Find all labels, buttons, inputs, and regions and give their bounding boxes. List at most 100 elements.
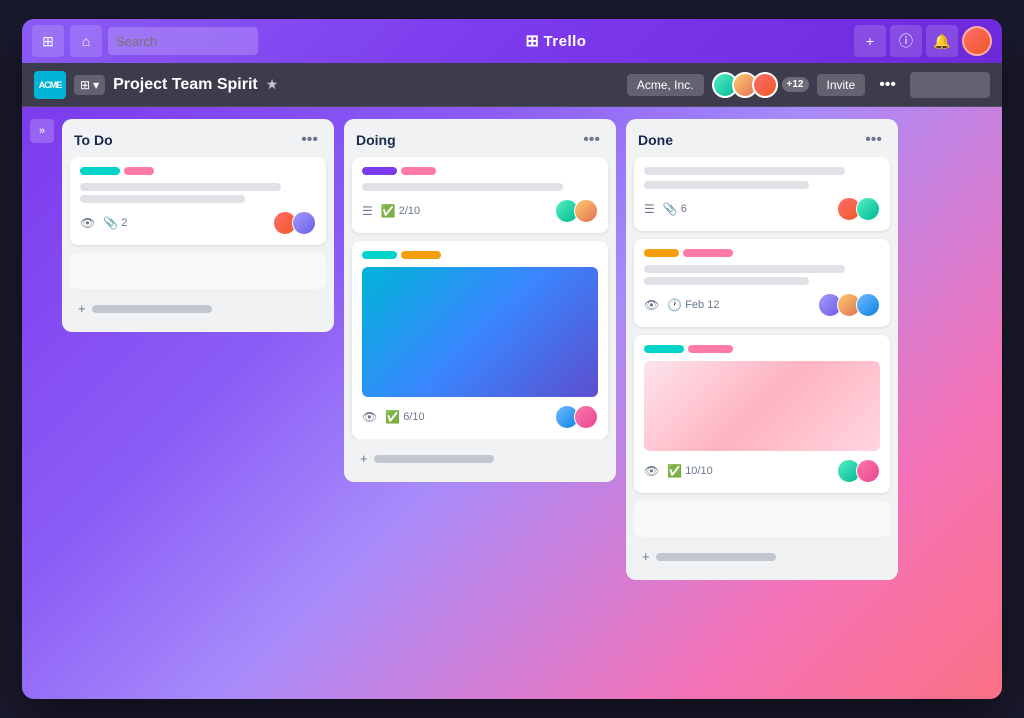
add-card-todo-button[interactable]: + bbox=[66, 293, 330, 324]
plus-icon: + bbox=[78, 301, 86, 316]
card-title-line2 bbox=[644, 277, 809, 285]
card-labels bbox=[644, 249, 880, 257]
board-area: » To Do ••• bbox=[22, 107, 1002, 699]
badge-checklist: ✅ 2/10 bbox=[381, 204, 420, 218]
card-members bbox=[837, 197, 880, 221]
card-member-2[interactable] bbox=[292, 211, 316, 235]
card-badges: ☰ 📎 6 bbox=[644, 202, 687, 216]
check-icon: ✅ bbox=[667, 464, 682, 478]
column-doing-header: Doing ••• bbox=[344, 119, 616, 157]
column-doing-menu-button[interactable]: ••• bbox=[579, 129, 604, 151]
add-card-label bbox=[374, 455, 494, 463]
collapse-sidebar-button[interactable]: » bbox=[30, 119, 54, 143]
card-badges: 👁 🕐 Feb 12 bbox=[644, 298, 719, 312]
add-icon-button[interactable]: + bbox=[854, 25, 886, 57]
board-title: Project Team Spirit bbox=[113, 76, 258, 94]
card-labels bbox=[644, 345, 880, 353]
card-member-2[interactable] bbox=[574, 405, 598, 429]
card-labels bbox=[80, 167, 316, 175]
info-icon-button[interactable]: ⓘ bbox=[890, 25, 922, 57]
badge-attachment: 📎 6 bbox=[663, 202, 687, 216]
top-nav: ⊞ ⌂ ⊞ Trello + ⓘ 🔔 bbox=[22, 19, 1002, 63]
members-avatars: +12 bbox=[712, 72, 809, 98]
badge-desc: ☰ bbox=[644, 202, 655, 216]
user-avatar[interactable] bbox=[962, 26, 992, 56]
card-done-ghost bbox=[634, 501, 890, 537]
card-doing-1[interactable]: ☰ ✅ 2/10 bbox=[352, 157, 608, 233]
badge-checklist: ✅ 10/10 bbox=[667, 464, 712, 478]
add-card-done-button[interactable]: + bbox=[630, 541, 894, 572]
more-options-button[interactable]: ••• bbox=[873, 74, 902, 96]
trello-logo-icon: ⊞ bbox=[526, 31, 540, 51]
column-done-menu-button[interactable]: ••• bbox=[861, 129, 886, 151]
badge-view: 👁 bbox=[80, 216, 95, 230]
check-icon: ✅ bbox=[385, 410, 400, 424]
board-menu-icon: ⊞ bbox=[80, 78, 90, 92]
card-done-1[interactable]: ☰ 📎 6 bbox=[634, 157, 890, 231]
member-avatar-3[interactable] bbox=[752, 72, 778, 98]
card-footer: 👁 🕐 Feb 12 bbox=[644, 293, 880, 317]
checklist-count: 10/10 bbox=[685, 465, 713, 477]
card-badges: 👁 ✅ 10/10 bbox=[644, 464, 713, 478]
column-todo-menu-button[interactable]: ••• bbox=[297, 129, 322, 151]
column-todo-cards: 👁 📎 2 bbox=[62, 157, 334, 289]
attachment-count: 2 bbox=[121, 217, 127, 229]
checklist-count: 2/10 bbox=[399, 205, 420, 217]
card-todo-1[interactable]: 👁 📎 2 bbox=[70, 157, 326, 245]
search-input[interactable] bbox=[108, 27, 258, 55]
add-card-label bbox=[656, 553, 776, 561]
badge-due-date: 🕐 Feb 12 bbox=[667, 298, 719, 312]
card-done-3[interactable]: 👁 ✅ 10/10 bbox=[634, 335, 890, 493]
invite-button[interactable]: Invite bbox=[817, 74, 866, 96]
star-button[interactable]: ★ bbox=[266, 76, 279, 93]
card-member-2[interactable] bbox=[574, 199, 598, 223]
card-labels bbox=[362, 251, 598, 259]
app-title-text: Trello bbox=[543, 33, 586, 50]
workspace-name-button[interactable]: Acme, Inc. bbox=[627, 74, 704, 96]
card-footer: 👁 📎 2 bbox=[80, 211, 316, 235]
bell-icon-button[interactable]: 🔔 bbox=[926, 25, 958, 57]
lines-icon: ☰ bbox=[644, 202, 655, 216]
label-pink bbox=[124, 167, 154, 175]
add-card-doing-button[interactable]: + bbox=[348, 443, 612, 474]
board-menu-button[interactable]: ⊞ ▾ bbox=[74, 75, 105, 95]
card-member-2[interactable] bbox=[856, 197, 880, 221]
card-labels bbox=[362, 167, 598, 175]
clock-icon: 🕐 bbox=[667, 298, 682, 312]
card-members bbox=[555, 405, 598, 429]
column-todo-header: To Do ••• bbox=[62, 119, 334, 157]
card-title-line2 bbox=[644, 181, 809, 189]
checklist-count: 6/10 bbox=[403, 411, 424, 423]
label-cyan bbox=[80, 167, 120, 175]
card-footer: ☰ ✅ 2/10 bbox=[362, 199, 598, 223]
member-count[interactable]: +12 bbox=[782, 77, 809, 92]
label-pink bbox=[683, 249, 733, 257]
home-icon-button[interactable]: ⌂ bbox=[70, 25, 102, 57]
column-todo-title: To Do bbox=[74, 132, 113, 148]
label-purple bbox=[362, 167, 397, 175]
card-members bbox=[273, 211, 316, 235]
plus-icon: + bbox=[360, 451, 368, 466]
card-member-2[interactable] bbox=[856, 459, 880, 483]
card-footer: ☰ 📎 6 bbox=[644, 197, 880, 221]
label-pink bbox=[401, 167, 436, 175]
badge-view: 👁 bbox=[644, 298, 659, 312]
grid-icon-button[interactable]: ⊞ bbox=[32, 25, 64, 57]
column-doing-title: Doing bbox=[356, 132, 396, 148]
eye-icon: 👁 bbox=[644, 464, 659, 478]
lines-icon: ☰ bbox=[362, 204, 373, 218]
card-todo-ghost bbox=[70, 253, 326, 289]
label-pink bbox=[688, 345, 733, 353]
card-members bbox=[837, 459, 880, 483]
column-doing-cards: ☰ ✅ 2/10 bbox=[344, 157, 616, 439]
board-menu-chevron: ▾ bbox=[93, 78, 99, 92]
filter-input[interactable] bbox=[910, 72, 990, 98]
card-done-2[interactable]: 👁 🕐 Feb 12 bbox=[634, 239, 890, 327]
card-members bbox=[555, 199, 598, 223]
eye-icon: 👁 bbox=[644, 298, 659, 312]
label-cyan bbox=[644, 345, 684, 353]
card-member-3[interactable] bbox=[856, 293, 880, 317]
board-header: ACME ⊞ ▾ Project Team Spirit ★ Acme, Inc… bbox=[22, 63, 1002, 107]
attachment-count: 6 bbox=[681, 203, 687, 215]
card-doing-2[interactable]: 👁 ✅ 6/10 bbox=[352, 241, 608, 439]
